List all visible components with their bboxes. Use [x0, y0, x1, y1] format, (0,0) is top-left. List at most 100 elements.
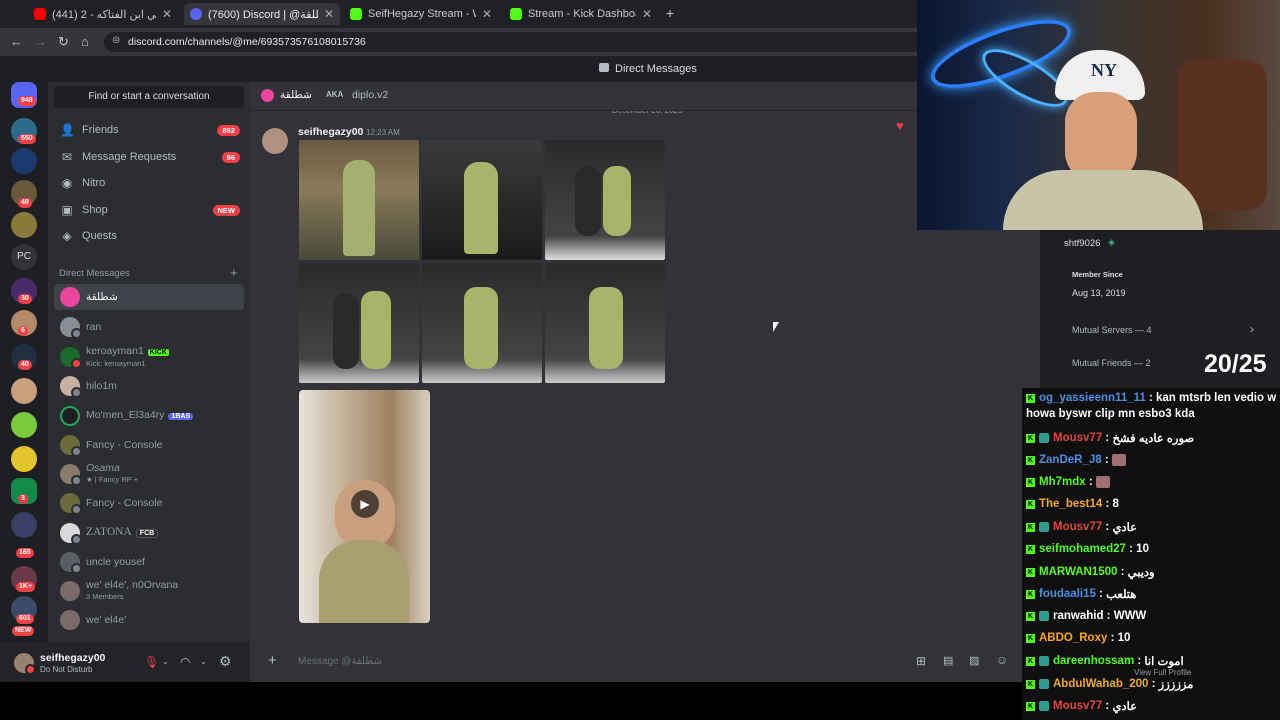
- dm-name: hilo1m: [86, 379, 117, 392]
- add-attachment-icon[interactable]: +: [268, 652, 277, 669]
- chat-username[interactable]: ZanDeR_J8: [1039, 454, 1102, 466]
- dm-item[interactable]: Osama ★ | Fancy RP +: [54, 461, 244, 487]
- new-badge: NEW: [12, 626, 35, 636]
- server-pc[interactable]: PC: [11, 244, 37, 270]
- gif-icon[interactable]: ▤: [943, 654, 953, 667]
- dm-item[interactable]: شطلقة: [54, 284, 244, 310]
- chat-username[interactable]: foudaali15: [1039, 588, 1096, 600]
- tab-kick-stream[interactable]: SeifHegazy Stream - Watch Live ✕: [344, 3, 498, 25]
- chevron-down-icon[interactable]: ⌄: [162, 657, 169, 666]
- home-icon[interactable]: ⌂: [81, 34, 89, 49]
- emoji-icon[interactable]: ☺: [996, 653, 1008, 667]
- chat-text: مززززز: [1158, 679, 1194, 691]
- image-attachment[interactable]: [422, 140, 542, 260]
- unread-badge: 601: [16, 614, 34, 624]
- dm-item[interactable]: Mo'men_El3a4ry 1BAS: [54, 403, 244, 429]
- subscriber-badge-icon: [1039, 656, 1049, 666]
- chat-username[interactable]: Mousv77: [1053, 521, 1102, 533]
- nav-shop[interactable]: ▣ Shop NEW: [54, 198, 244, 222]
- chat-separator: :: [1102, 432, 1113, 444]
- dm-item[interactable]: Fancy - Console: [54, 432, 244, 458]
- avatar[interactable]: [14, 653, 36, 675]
- nav-message-requests[interactable]: ✉ Message Requests 56: [54, 145, 244, 169]
- image-attachment[interactable]: [422, 263, 542, 383]
- chat-username[interactable]: ABDO_Roxy: [1039, 632, 1107, 644]
- message-input[interactable]: Message @شطلقة: [298, 656, 382, 667]
- close-icon[interactable]: ✕: [324, 7, 334, 21]
- chat-separator: :: [1148, 678, 1159, 690]
- avatar: [60, 406, 80, 426]
- aka-value: diplo.v2: [352, 89, 389, 101]
- heart-icon[interactable]: ♥: [896, 118, 904, 133]
- close-icon[interactable]: ✕: [482, 7, 492, 21]
- gift-icon[interactable]: ⊞: [916, 654, 926, 668]
- image-attachment[interactable]: [299, 140, 419, 260]
- chat-username[interactable]: Mousv77: [1053, 432, 1102, 444]
- headphones-icon[interactable]: ◠: [180, 655, 190, 669]
- chat-separator: :: [1103, 610, 1114, 622]
- dm-item[interactable]: we' el4e', n0Orvana 3 Members: [54, 578, 244, 604]
- nav-friends[interactable]: 👤 Friends 892: [54, 118, 244, 142]
- dm-item[interactable]: Fancy - Console: [54, 490, 244, 516]
- chevron-down-icon[interactable]: ⌄: [200, 657, 207, 666]
- message-author[interactable]: seifhegazy00: [298, 126, 363, 138]
- dm-item[interactable]: uncle yousef: [54, 549, 244, 575]
- new-tab-icon[interactable]: +: [666, 5, 674, 21]
- dm-sidebar: Find or start a conversation 👤 Friends 8…: [48, 82, 250, 642]
- forward-icon[interactable]: →: [34, 34, 47, 49]
- dm-item[interactable]: ZATONA FCB: [54, 520, 244, 546]
- tab-label: (7600) Discord | @شطلقة: [208, 8, 318, 21]
- chat-username[interactable]: AbdulWahab_200: [1053, 678, 1148, 690]
- dm-item[interactable]: we' el4e': [54, 607, 244, 633]
- mute-icon[interactable]: 🎙: [144, 655, 159, 669]
- chat-username[interactable]: Mousv77: [1053, 700, 1102, 712]
- subscriber-badge-icon: [1039, 679, 1049, 689]
- find-conversation-button[interactable]: Find or start a conversation: [54, 86, 244, 108]
- unread-badge: 550: [18, 134, 36, 144]
- chat-username[interactable]: MARWAN1500: [1039, 566, 1117, 578]
- chat-username[interactable]: Mh7mdx: [1039, 476, 1086, 488]
- site-info-icon[interactable]: ⊜: [112, 35, 120, 46]
- gear-icon[interactable]: ⚙: [219, 653, 232, 670]
- dm-name: we' el4e', n0Orvana: [86, 579, 179, 591]
- server-icon[interactable]: [11, 148, 37, 174]
- video-attachment[interactable]: ▶: [299, 390, 430, 623]
- avatar[interactable]: [262, 128, 288, 154]
- server-icon[interactable]: [11, 378, 37, 404]
- play-icon[interactable]: ▶: [351, 490, 379, 518]
- tab-youtube[interactable]: انا قلبي ابن الفتاكه - 2 (441) ube ✕: [28, 3, 178, 25]
- tab-discord[interactable]: (7600) Discord | @شطلقة ✕: [184, 3, 340, 25]
- message-composer: + Message @شطلقة ⊞ ▤ ▨ ☺: [250, 642, 1040, 682]
- server-icon[interactable]: [11, 512, 37, 538]
- dm-name: شطلقة: [86, 290, 118, 303]
- chat-username[interactable]: dareenhossam: [1053, 655, 1134, 667]
- sticker-icon[interactable]: ▨: [969, 654, 979, 667]
- chat-username[interactable]: The_best14: [1039, 498, 1102, 510]
- server-icon[interactable]: [11, 446, 37, 472]
- create-dm-icon[interactable]: +: [230, 265, 238, 280]
- nav-quests[interactable]: ◈ Quests: [54, 224, 244, 248]
- mutual-servers-row[interactable]: Mutual Servers — 4 ›: [1056, 316, 1264, 344]
- server-icon[interactable]: [11, 212, 37, 238]
- image-attachment[interactable]: [545, 140, 665, 260]
- subscriber-badge-icon: [1039, 433, 1049, 443]
- chat-username[interactable]: ranwahid: [1053, 610, 1103, 622]
- back-icon[interactable]: ←: [10, 34, 23, 49]
- close-icon[interactable]: ✕: [642, 7, 652, 21]
- url-input[interactable]: ⊜ discord.com/channels/@me/6935735761080…: [104, 32, 924, 52]
- chat-username[interactable]: seifmohamed27: [1039, 543, 1126, 555]
- tab-kick-dashboard[interactable]: Stream - Kick Dashboard ✕: [504, 3, 658, 25]
- view-full-profile-link[interactable]: View Full Profile: [1134, 668, 1191, 677]
- nav-badge: 56: [221, 151, 240, 163]
- server-icon[interactable]: [11, 412, 37, 438]
- username: seifhegazy00: [40, 652, 106, 664]
- dm-item[interactable]: keroayman1 KICK Kick: keroayman1: [54, 344, 244, 370]
- nav-nitro[interactable]: ◉ Nitro: [54, 171, 244, 195]
- dm-item[interactable]: ran: [54, 314, 244, 340]
- image-attachment[interactable]: [299, 263, 419, 383]
- image-attachment[interactable]: [545, 263, 665, 383]
- close-icon[interactable]: ✕: [162, 7, 172, 21]
- dm-item[interactable]: hilo1m: [54, 373, 244, 399]
- reload-icon[interactable]: ↻: [58, 34, 69, 50]
- chat-username[interactable]: og_yassieenn11_11: [1039, 392, 1146, 404]
